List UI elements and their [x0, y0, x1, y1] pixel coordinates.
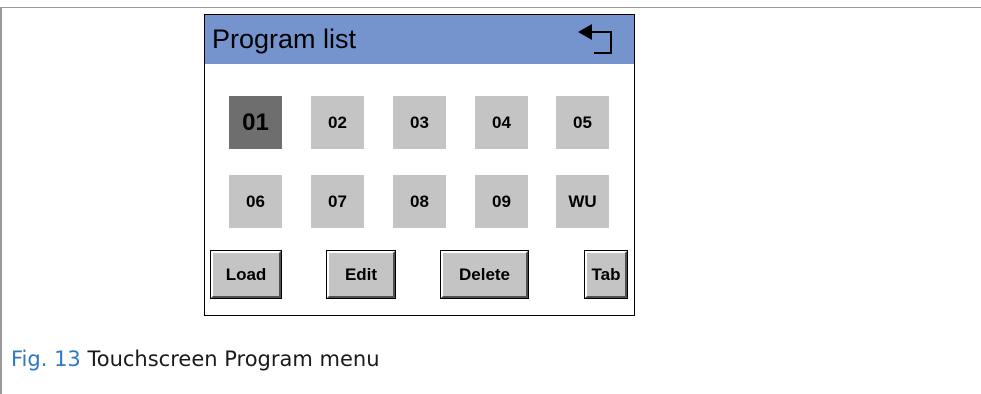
program-button-09[interactable]: 09	[475, 175, 528, 228]
program-button-02[interactable]: 02	[311, 96, 364, 149]
edit-button[interactable]: Edit	[326, 250, 396, 299]
figure-label: Fig. 13	[11, 347, 81, 371]
frame-top-rule	[0, 7, 981, 8]
program-button-06[interactable]: 06	[229, 175, 282, 228]
tab-button[interactable]: Tab	[584, 250, 628, 299]
title-bar: Program list	[205, 15, 634, 64]
program-button-01[interactable]: 01	[229, 96, 282, 149]
frame-left-rule	[0, 7, 2, 394]
delete-button[interactable]: Delete	[440, 250, 529, 299]
page: Program list 01 02 03 04 05 06 07 08 09 …	[0, 0, 981, 394]
program-button-05[interactable]: 05	[556, 96, 609, 149]
figure-caption: Fig. 13 Touchscreen Program menu	[11, 345, 380, 373]
back-button[interactable]	[576, 21, 628, 57]
screen-title: Program list	[212, 24, 357, 54]
load-button[interactable]: Load	[210, 250, 282, 299]
program-button-wu[interactable]: WU	[556, 175, 609, 228]
touchscreen-display: Program list 01 02 03 04 05 06 07 08 09 …	[204, 14, 635, 316]
program-button-08[interactable]: 08	[393, 175, 446, 228]
return-arrow-icon	[578, 24, 612, 54]
program-button-04[interactable]: 04	[475, 96, 528, 149]
figure-caption-text: Touchscreen Program menu	[80, 347, 380, 371]
program-button-07[interactable]: 07	[311, 175, 364, 228]
program-button-03[interactable]: 03	[393, 96, 446, 149]
